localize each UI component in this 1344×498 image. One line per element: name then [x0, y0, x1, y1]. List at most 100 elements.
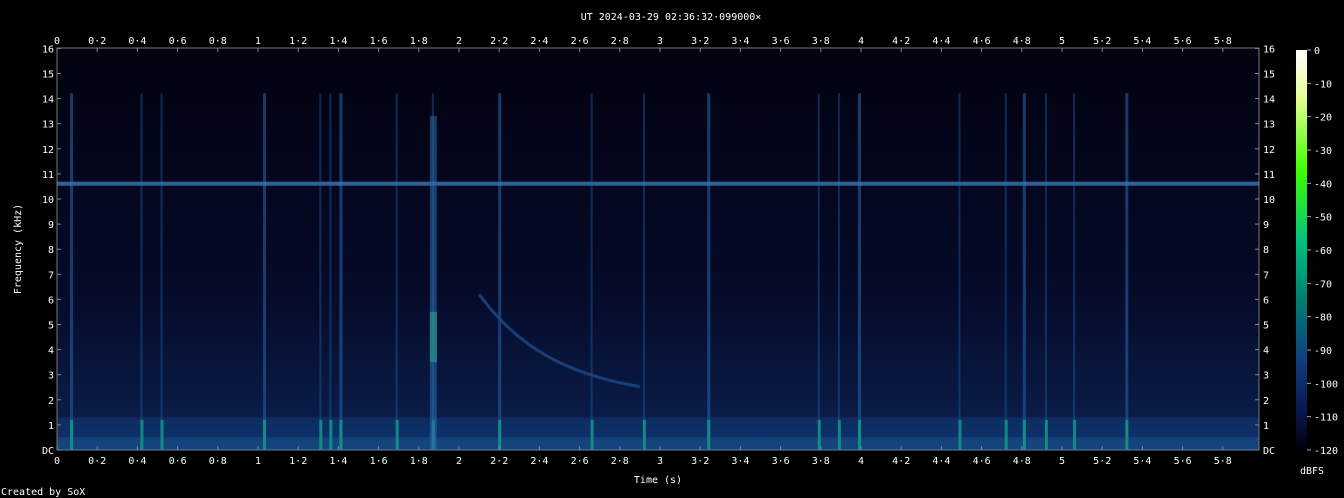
y-tick-label: 12 [42, 145, 54, 156]
x-tick-label: 3·8 [812, 36, 830, 47]
x-tick-label: 2·8 [611, 456, 629, 467]
x-tick-label: 2 [456, 36, 462, 47]
x-tick-label: 0·2 [88, 36, 106, 47]
y-axis-label: Frequency (kHz) [13, 204, 24, 294]
x-tick-label: 4·8 [1013, 456, 1031, 467]
y-tick-label: 2 [1263, 396, 1269, 407]
x-tick-label: 4·4 [932, 456, 950, 467]
impulse-streak [1125, 93, 1129, 450]
x-tick-label: 5·2 [1093, 36, 1111, 47]
x-tick-label: 4·4 [932, 36, 950, 47]
colorbar [1296, 50, 1307, 450]
impulse-streak [263, 93, 267, 450]
x-tick-label: 0·8 [209, 36, 227, 47]
y-tick-label: 10 [1263, 195, 1275, 206]
impulse-streak [707, 93, 711, 450]
y-tick-label: DC [1263, 446, 1275, 457]
y-tick-label: 11 [1263, 170, 1275, 181]
colorbar-tick-label: -120 [1314, 446, 1338, 457]
y-tick-label: 2 [48, 396, 54, 407]
y-tick-label: 16 [42, 44, 54, 55]
impulse-base [395, 419, 399, 450]
x-tick-label: 0·2 [88, 456, 106, 467]
colorbar-tick-label: -70 [1314, 279, 1332, 290]
x-tick-label: 4·2 [892, 36, 910, 47]
impulse-base [498, 419, 502, 450]
hum-line [57, 181, 1259, 186]
colorbar-tick-label: -10 [1314, 79, 1332, 90]
x-tick-label: 0·4 [128, 36, 146, 47]
colorbar-tick-label: -80 [1314, 313, 1332, 324]
x-tick-label: 2·8 [611, 36, 629, 47]
y-tick-label: 12 [1263, 145, 1275, 156]
x-tick-label: 1·4 [329, 456, 347, 467]
y-tick-label: 6 [48, 295, 54, 306]
x-tick-label: 3·6 [772, 36, 790, 47]
impulse-base [160, 419, 164, 450]
x-tick-label: 1·8 [410, 36, 428, 47]
impulse-base [319, 419, 323, 450]
impulse-streak [837, 93, 840, 450]
y-tick-label: 9 [1263, 220, 1269, 231]
y-tick-label: 3 [1263, 371, 1269, 382]
impulse-base [707, 419, 711, 450]
x-tick-label: 5·6 [1174, 36, 1192, 47]
y-tick-label: 15 [42, 70, 54, 81]
x-tick-label: 1 [255, 36, 261, 47]
x-tick-label: 4·2 [892, 456, 910, 467]
impulse-streak [1022, 93, 1026, 450]
y-tick-label: 1 [1263, 421, 1269, 432]
y-tick-label: 13 [42, 120, 54, 131]
x-tick-label: 0·8 [209, 456, 227, 467]
impulse-streak [160, 93, 163, 450]
y-tick-label: 13 [1263, 120, 1275, 131]
burst-core [429, 311, 437, 363]
y-tick-label: 3 [48, 371, 54, 382]
impulse-base [1073, 419, 1077, 450]
plot-area [57, 48, 1259, 450]
x-tick-label: 0·6 [169, 456, 187, 467]
impulse-base [817, 419, 821, 450]
y-tick-label: 11 [42, 170, 54, 181]
x-tick-label: 0·4 [128, 456, 146, 467]
y-tick-label: 5 [1263, 321, 1269, 332]
colorbar-tick-label: 0 [1314, 46, 1320, 57]
y-tick-label: DC [42, 446, 54, 457]
impulse-streak [817, 93, 820, 450]
impulse-streak [1073, 93, 1076, 450]
x-tick-label: 4·6 [973, 456, 991, 467]
spectrogram-chart: 0 0·2 0·4 0·6 0·8 1 1·2 1·4 1·6 1·8 2 2·2 2·4 2·6 2·8 3… [1, 12, 1338, 498]
impulse-base [329, 419, 333, 450]
impulse-base [837, 419, 841, 450]
y-tick-label: 8 [48, 245, 54, 256]
x-tick-label: 0·6 [169, 36, 187, 47]
x-tick-label: 4·6 [973, 36, 991, 47]
impulse-base [858, 419, 862, 450]
x-tick-label: 1 [255, 456, 261, 467]
x-tick-label: 1·6 [370, 36, 388, 47]
impulse-streak [140, 93, 143, 450]
x-tick-label: 2·6 [571, 36, 589, 47]
x-tick-label: 1·2 [289, 36, 307, 47]
x-tick-label: 3·8 [812, 456, 830, 467]
x-tick-label: 3 [657, 36, 663, 47]
x-tick-label: 5·8 [1214, 36, 1232, 47]
y-tick-label: 7 [1263, 270, 1269, 281]
y-tick-label: 15 [1263, 70, 1275, 81]
impulse-streak [642, 93, 645, 450]
y-tick-label: 7 [48, 270, 54, 281]
credit-text: Created by SoX [1, 487, 85, 498]
x-tick-label: 3·6 [772, 456, 790, 467]
y-tick-label: 1 [48, 421, 54, 432]
y-tick-label: 14 [42, 95, 54, 106]
x-tick-label: 3·4 [731, 456, 749, 467]
impulse-base [70, 419, 74, 450]
impulse-streak [319, 93, 322, 450]
burst-column [429, 115, 437, 451]
chart-title: UT 2024-03-29 02:36:32·099000× [581, 12, 762, 23]
dc-band [57, 437, 1259, 450]
impulse-streak [590, 93, 593, 450]
colorbar-tick-label: -90 [1314, 346, 1332, 357]
colorbar-tick-label: -40 [1314, 179, 1332, 190]
impulse-streak [958, 93, 961, 450]
